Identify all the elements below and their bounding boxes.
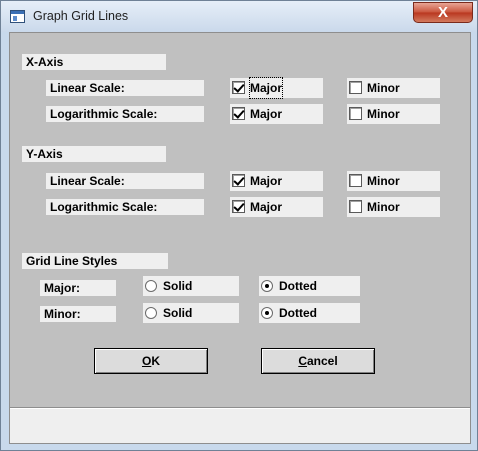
major-solid-radio[interactable]: Solid	[143, 276, 239, 296]
grid-line-styles-heading: Grid Line Styles	[22, 253, 168, 269]
ok-label-rest: K	[151, 354, 160, 368]
check-mark-icon	[232, 200, 245, 213]
window-title: Graph Grid Lines	[33, 9, 129, 23]
x-linear-major-text: Major	[248, 77, 284, 99]
y-linear-minor-checkbox[interactable]: Minor	[347, 171, 440, 191]
major-dotted-text: Dotted	[279, 279, 317, 293]
x-log-minor-text: Minor	[367, 107, 400, 121]
checkbox-empty-icon	[349, 81, 362, 94]
y-linear-major-checkbox[interactable]: Major	[230, 171, 323, 191]
radio-empty-icon	[145, 280, 157, 292]
y-axis-heading: Y-Axis	[22, 146, 166, 162]
status-bar	[10, 407, 470, 443]
y-log-scale-label: Logarithmic Scale:	[46, 199, 204, 215]
x-axis-heading: X-Axis	[22, 54, 166, 70]
check-mark-icon	[232, 174, 245, 187]
y-log-minor-text: Minor	[367, 200, 400, 214]
radio-empty-icon	[145, 307, 157, 319]
cancel-button[interactable]: Cancel	[261, 348, 375, 374]
x-log-minor-checkbox[interactable]: Minor	[347, 104, 440, 124]
y-linear-major-text: Major	[250, 174, 283, 188]
y-log-major-text: Major	[250, 200, 283, 214]
checkbox-empty-icon	[349, 200, 362, 213]
x-linear-scale-label: Linear Scale:	[46, 80, 204, 96]
ok-mnemonic: O	[141, 354, 152, 368]
x-log-scale-label: Logarithmic Scale:	[46, 106, 204, 122]
checkbox-empty-icon	[349, 174, 362, 187]
x-linear-minor-checkbox[interactable]: Minor	[347, 78, 440, 98]
minor-style-label: Minor:	[40, 306, 116, 322]
x-log-major-text: Major	[250, 107, 283, 121]
cancel-label-rest: ancel	[306, 354, 338, 368]
y-linear-minor-text: Minor	[367, 174, 400, 188]
x-linear-major-checkbox[interactable]: Major	[230, 77, 323, 99]
y-log-minor-checkbox[interactable]: Minor	[347, 197, 440, 217]
checkbox-empty-icon	[349, 107, 362, 120]
dialog-window: Graph Grid Lines X X-Axis Linear Scale: …	[0, 0, 478, 451]
close-button[interactable]: X	[413, 2, 473, 23]
major-style-label: Major:	[40, 280, 116, 296]
minor-dotted-radio[interactable]: Dotted	[259, 303, 360, 323]
y-linear-scale-label: Linear Scale:	[46, 173, 204, 189]
x-log-major-checkbox[interactable]: Major	[230, 104, 323, 124]
minor-dotted-text: Dotted	[279, 306, 317, 320]
x-linear-minor-text: Minor	[367, 81, 400, 95]
check-mark-icon	[232, 107, 245, 120]
y-log-major-checkbox[interactable]: Major	[230, 197, 323, 217]
title-bar[interactable]: Graph Grid Lines X	[1, 1, 477, 32]
radio-selected-icon	[261, 307, 273, 319]
minor-solid-text: Solid	[163, 306, 193, 320]
major-dotted-radio[interactable]: Dotted	[259, 276, 360, 296]
major-solid-text: Solid	[163, 279, 193, 293]
check-mark-icon	[232, 81, 245, 94]
dialog-body: X-Axis Linear Scale: Major Minor Logarit…	[9, 32, 471, 444]
ok-button[interactable]: OK	[94, 348, 208, 374]
radio-selected-icon	[261, 280, 273, 292]
cancel-mnemonic: C	[298, 354, 307, 368]
minor-solid-radio[interactable]: Solid	[143, 303, 239, 323]
app-window-icon	[10, 10, 25, 23]
